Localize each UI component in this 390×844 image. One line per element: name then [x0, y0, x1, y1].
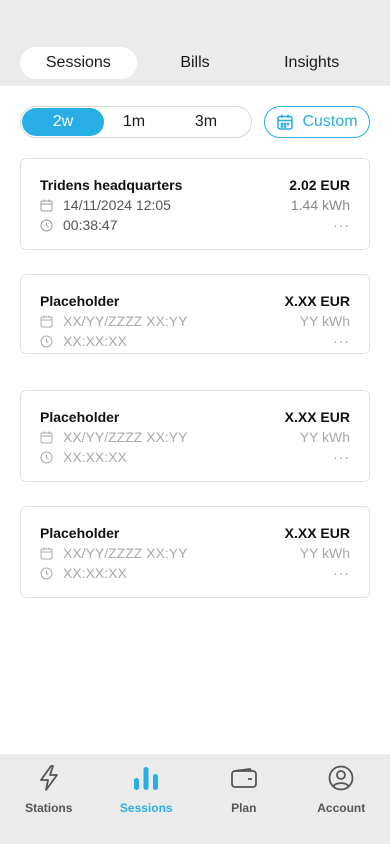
session-card[interactable]: Placeholder X.XX EUR XX/YY/ZZZZ XX:YY YY…: [20, 506, 370, 598]
calendar-icon: [40, 199, 53, 211]
nav-label: Account: [317, 801, 366, 815]
session-amount: X.XX EUR: [284, 293, 350, 309]
bottom-navigation: Stations Sessions Plan Account: [0, 754, 390, 844]
session-location: Placeholder: [40, 293, 120, 309]
session-duration: XX:XX:XX: [40, 449, 127, 465]
nav-item-sessions[interactable]: Sessions: [98, 754, 196, 844]
session-amount: X.XX EUR: [284, 525, 350, 541]
calendar-icon: [40, 431, 53, 443]
session-location: Placeholder: [40, 525, 120, 541]
clock-icon: [40, 219, 53, 231]
session-datetime-text: 14/11/2024 12:05: [63, 197, 171, 213]
session-energy: 1.44 kWh: [290, 197, 350, 213]
range-1m-option[interactable]: 1m: [104, 108, 164, 136]
session-duration-text: XX:XX:XX: [63, 449, 127, 465]
session-datetime: XX/YY/ZZZZ XX:YY: [40, 545, 187, 561]
bar-chart-icon: [133, 764, 159, 792]
calendar-icon: [276, 113, 294, 131]
session-duration: XX:XX:XX: [40, 565, 127, 581]
session-datetime-text: XX/YY/ZZZZ XX:YY: [63, 429, 188, 445]
custom-range-button[interactable]: Custom: [264, 106, 370, 138]
nav-item-account[interactable]: Account: [293, 754, 390, 844]
session-datetime-text: XX/YY/ZZZZ XX:YY: [63, 545, 188, 561]
wallet-icon: [230, 764, 257, 792]
range-segmented-control: 2w 1m 3m: [20, 106, 252, 138]
session-duration: 00:38:47: [40, 217, 118, 233]
session-location: Tridens headquarters: [40, 177, 183, 193]
lightning-icon: [39, 764, 59, 792]
session-datetime: XX/YY/ZZZZ XX:YY: [40, 429, 187, 445]
nav-item-plan[interactable]: Plan: [195, 754, 293, 844]
session-duration-text: 00:38:47: [63, 217, 118, 233]
tab-bills[interactable]: Bills: [137, 47, 254, 79]
tab-sessions[interactable]: Sessions: [20, 47, 137, 79]
session-duration-text: XX:XX:XX: [63, 333, 127, 349]
more-options-icon[interactable]: ···: [333, 565, 350, 581]
calendar-icon: [40, 547, 53, 559]
more-options-icon[interactable]: ···: [333, 333, 350, 349]
range-2w-option[interactable]: 2w: [22, 108, 104, 136]
session-card[interactable]: Placeholder X.XX EUR XX/YY/ZZZZ XX:YY YY…: [20, 274, 370, 354]
user-circle-icon: [328, 764, 354, 792]
clock-icon: [40, 451, 53, 463]
session-energy: YY kWh: [299, 429, 350, 445]
session-datetime: XX/YY/ZZZZ XX:YY: [40, 313, 187, 329]
session-duration: XX:XX:XX: [40, 333, 127, 349]
tab-insights[interactable]: Insights: [253, 47, 370, 79]
session-duration-text: XX:XX:XX: [63, 565, 127, 581]
nav-label: Sessions: [119, 801, 173, 815]
session-energy: YY kWh: [299, 545, 350, 561]
session-card[interactable]: Tridens headquarters 2.02 EUR 14/11/2024…: [20, 158, 370, 250]
session-energy: YY kWh: [299, 313, 350, 329]
session-datetime-text: XX/YY/ZZZZ XX:YY: [63, 313, 188, 329]
calendar-icon: [40, 315, 53, 327]
nav-label: Plan: [231, 801, 257, 815]
date-filter-row: 2w 1m 3m Custom: [20, 106, 370, 138]
session-datetime: 14/11/2024 12:05: [40, 197, 171, 213]
session-amount: 2.02 EUR: [289, 177, 350, 193]
nav-label: Stations: [25, 801, 73, 815]
clock-icon: [40, 335, 53, 347]
session-card[interactable]: Placeholder X.XX EUR XX/YY/ZZZZ XX:YY YY…: [20, 390, 370, 482]
custom-range-label: Custom: [302, 113, 358, 130]
clock-icon: [40, 567, 53, 579]
nav-item-stations[interactable]: Stations: [0, 754, 98, 844]
more-options-icon[interactable]: ···: [333, 449, 350, 465]
main-tabs: Sessions Bills Insights: [20, 47, 370, 79]
session-location: Placeholder: [40, 409, 120, 425]
session-amount: X.XX EUR: [284, 409, 350, 425]
more-options-icon[interactable]: ···: [333, 217, 350, 233]
range-3m-option[interactable]: 3m: [164, 108, 248, 136]
